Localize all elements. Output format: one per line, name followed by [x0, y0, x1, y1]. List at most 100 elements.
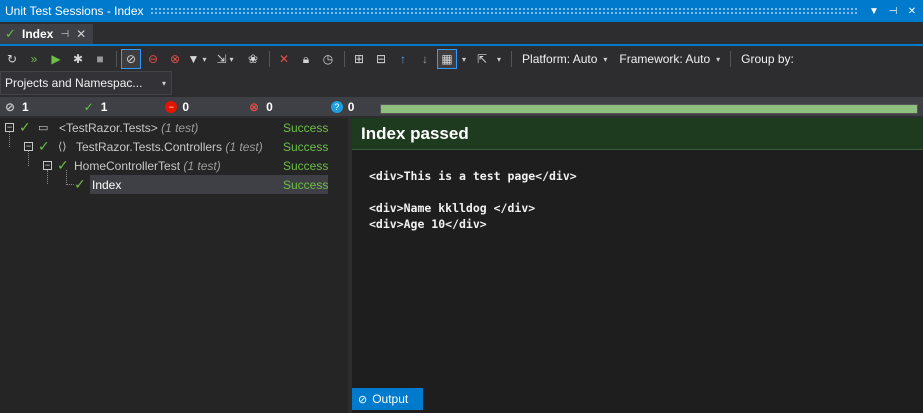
node-count: (1 test) — [161, 121, 199, 135]
title-grip[interactable] — [149, 7, 858, 15]
platform-dropdown[interactable]: Platform: Auto — [522, 52, 597, 66]
debug-bug-icon[interactable]: ✱ — [68, 49, 88, 69]
ignored-count[interactable]: ⊗ 0 — [247, 97, 273, 116]
previous-up-arrow-icon[interactable]: ↑ — [393, 49, 413, 69]
test-progress-bar — [380, 104, 918, 114]
tree-row-project[interactable]: − ✓ ▭ <TestRazor.Tests> (1 test) Success — [0, 118, 348, 137]
unknown-count-value: 0 — [347, 99, 355, 114]
result-output-text[interactable]: <div>This is a test page</div> <div>Name… — [369, 168, 577, 232]
tree-node-label: TestRazor.Tests.Controllers (1 test) — [76, 140, 263, 154]
auto-hide-pin-icon[interactable]: ⊣ — [885, 3, 901, 19]
ignored-eye-icon: ⊗ — [249, 99, 260, 114]
output-line: <div>Age 10</div> — [369, 217, 487, 231]
tree-node-label: <TestRazor.Tests> (1 test) — [59, 121, 198, 135]
toolbar-separator — [511, 51, 513, 67]
paw-track-icon[interactable]: ❀ — [243, 49, 263, 69]
node-count: (1 test) — [183, 159, 221, 173]
output-tab[interactable]: ⊘ Output — [352, 388, 423, 410]
node-name: HomeControllerTest — [74, 159, 181, 173]
status-text: Success — [283, 159, 329, 173]
tree-node-label: HomeControllerTest (1 test) — [74, 159, 221, 173]
track-running-test-icon[interactable]: ⇲ ▾ — [215, 49, 241, 69]
layout-icon[interactable]: ▦ — [437, 49, 457, 69]
remove-tests-icon[interactable]: ✕ — [274, 49, 294, 69]
tree-row-class[interactable]: − ✓ HomeControllerTest (1 test) Success — [0, 156, 348, 175]
passed-count[interactable]: ✓ 1 — [82, 97, 108, 116]
tree-node-label: Index — [92, 178, 122, 192]
run-all-icon[interactable]: » — [24, 49, 44, 69]
failed-icon: − — [165, 100, 178, 113]
session-tab-row: ✓ Index ⊣ ✕ — [0, 22, 923, 46]
chevron-down-icon[interactable]: ▾ — [462, 55, 466, 64]
collapse-toggle-icon[interactable]: − — [43, 161, 52, 170]
toolbar-separator — [730, 51, 732, 67]
status-text: Success — [283, 140, 329, 154]
output-icon: ⊘ — [358, 393, 368, 406]
chevron-down-icon[interactable]: ▾ — [716, 55, 720, 64]
collapse-toggle-icon[interactable]: − — [5, 123, 14, 132]
toolbar-separator — [269, 51, 270, 67]
window-position-dropdown-icon[interactable]: ▼ — [866, 3, 882, 19]
show-ignored-filter-icon[interactable]: ⊗ — [165, 49, 185, 69]
chevron-down-icon[interactable]: ▾ — [497, 55, 501, 64]
node-count: (1 test) — [225, 140, 263, 154]
passed-check-icon: ✓ — [83, 99, 94, 114]
node-name: <TestRazor.Tests> — [59, 121, 158, 135]
tab-label: Index — [22, 27, 54, 41]
ignored-count-value: 0 — [266, 99, 273, 114]
toolbar: ↻ » ▶ ✱ ■ ⊘ ⊖ ⊗ ▼ ▾ ⇲ ▾ ❀ ✕ 🔒︎ ◷ ⊞ ⊟ ↑ ↓ ▦… — [0, 47, 923, 71]
collapse-all-icon[interactable]: ⊟ — [371, 49, 391, 69]
unknown-question-icon: ? — [330, 100, 343, 113]
result-detail-pane: Index passed <div>This is a test page</d… — [352, 118, 923, 413]
passed-check-icon: ✓ — [38, 138, 50, 154]
passed-check-icon: ✓ — [19, 119, 31, 135]
framework-dropdown[interactable]: Framework: Auto — [619, 52, 710, 66]
result-title: Index passed — [361, 123, 469, 143]
status-text: Success — [283, 121, 329, 135]
failed-count-value: 0 — [182, 99, 190, 114]
show-passed-filter-icon[interactable]: ⊘ — [121, 49, 141, 69]
output-blank-line — [369, 184, 577, 200]
lock-session-icon[interactable]: 🔒︎ — [296, 49, 316, 69]
expand-all-icon[interactable]: ⊞ — [349, 49, 369, 69]
node-name: TestRazor.Tests.Controllers — [76, 140, 223, 154]
toolbar-separator — [344, 51, 345, 67]
pin-tab-icon[interactable]: ⊣ — [60, 29, 69, 40]
show-failed-filter-icon[interactable]: ⊖ — [143, 49, 163, 69]
group-by-label: Group by: — [741, 52, 794, 66]
tree-row-test[interactable]: ✓ Index Success — [0, 175, 348, 194]
tree-row-namespace[interactable]: − ✓ ⟨⟩ TestRazor.Tests.Controllers (1 te… — [0, 137, 348, 156]
project-icon: ▭ — [38, 122, 49, 134]
stop-icon[interactable]: ■ — [90, 49, 110, 69]
test-progress-fill — [381, 105, 917, 113]
failed-count[interactable]: − 0 — [165, 97, 189, 116]
export-icon[interactable]: ⇱ — [472, 49, 492, 69]
close-window-icon[interactable]: ✕ — [904, 3, 920, 19]
repeat-session-icon[interactable]: ↻ — [2, 49, 22, 69]
output-line: <div>This is a test page</div> — [369, 169, 577, 183]
window-title: Unit Test Sessions - Index — [5, 4, 144, 18]
collapse-toggle-icon[interactable]: − — [24, 142, 33, 151]
passed-count-value: 1 — [100, 99, 108, 114]
chevron-down-icon: ▾ — [229, 54, 234, 64]
title-bar: Unit Test Sessions - Index ▼ ⊣ ✕ — [0, 0, 923, 22]
tab-index[interactable]: ✓ Index ⊣ ✕ — [0, 24, 93, 44]
clock-icon[interactable]: ◷ — [318, 49, 338, 69]
output-tab-label: Output — [372, 392, 409, 406]
close-tab-icon[interactable]: ✕ — [76, 27, 86, 41]
test-tree: − ✓ ▭ <TestRazor.Tests> (1 test) Success… — [0, 118, 348, 413]
total-count-value: 1 — [22, 99, 29, 114]
result-header: Index passed — [352, 118, 923, 150]
chevron-down-icon: ▾ — [202, 54, 207, 64]
total-tests-icon: ⊘ — [4, 99, 16, 114]
filter-dropdown-icon[interactable]: ▼ ▾ — [187, 49, 213, 69]
run-selected-icon[interactable]: ▶ — [46, 49, 66, 69]
group-by-select[interactable]: Projects and Namespac... ▾ — [0, 71, 172, 95]
passed-check-icon: ✓ — [74, 176, 86, 192]
total-count[interactable]: ⊘ 1 — [3, 97, 29, 116]
output-line: <div>Name kklldog </div> — [369, 201, 536, 215]
unknown-count[interactable]: ? 0 — [330, 97, 355, 116]
next-down-arrow-icon[interactable]: ↓ — [415, 49, 435, 69]
chevron-down-icon[interactable]: ▾ — [603, 55, 607, 64]
toolbar-separator — [116, 51, 117, 67]
